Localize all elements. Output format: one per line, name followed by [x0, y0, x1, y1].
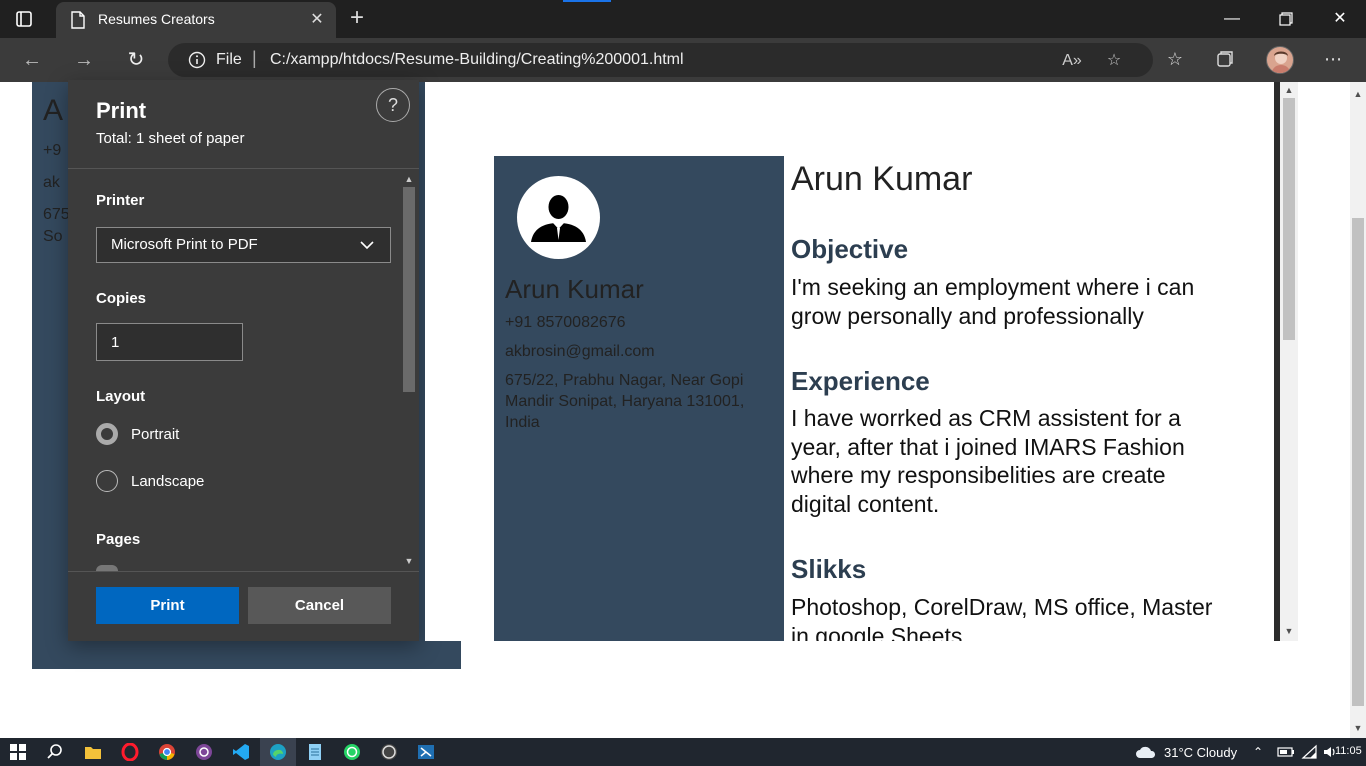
cloudy-weather-icon[interactable]	[1134, 743, 1158, 761]
collections-icon[interactable]	[1212, 46, 1238, 72]
landscape-label[interactable]: Landscape	[131, 473, 204, 490]
print-total-sheets: Total: 1 sheet of paper	[96, 130, 245, 147]
objective-text: I'm seeking an employment where i can gr…	[791, 274, 1195, 329]
portrait-radio[interactable]	[96, 423, 118, 445]
tab-close-icon[interactable]: ✕	[307, 10, 327, 30]
title-bar: Resumes Creators ✕ + — ✕	[0, 0, 1366, 38]
search-icon[interactable]	[46, 743, 64, 761]
vscode-icon[interactable]	[232, 743, 250, 761]
minimize-icon[interactable]: —	[1205, 0, 1259, 38]
print-dialog-footer: Print Cancel	[68, 571, 419, 641]
edge-icon[interactable]	[269, 743, 287, 761]
person-silhouette-icon	[517, 176, 600, 259]
layout-label: Layout	[96, 388, 146, 405]
tor-browser-icon[interactable]	[195, 743, 213, 761]
chevron-up-icon[interactable]: ⌃	[1253, 745, 1263, 759]
navigation-bar: ← → ↻ File | C:/xampp/htdocs/Resume-Buil…	[0, 38, 1366, 82]
preview-scroll-up-icon[interactable]: ▲	[1282, 83, 1296, 97]
read-aloud-icon[interactable]: A»	[1060, 49, 1084, 73]
address-bar[interactable]: File | C:/xampp/htdocs/Resume-Building/C…	[168, 43, 1153, 77]
wifi-icon[interactable]	[1301, 743, 1319, 761]
bg-address-fragment-2: So	[43, 228, 63, 245]
copies-value: 1	[111, 334, 120, 351]
copies-input[interactable]: 1	[96, 323, 243, 361]
panel-scroll-up-icon[interactable]: ▲	[403, 172, 415, 186]
resume-name: Arun Kumar	[791, 160, 973, 198]
more-menu-icon[interactable]: ⋯	[1320, 46, 1346, 72]
sidebar-address: 675/22, Prabhu Nagar, Near Gopi Mandir S…	[505, 372, 745, 431]
profile-avatar[interactable]	[1266, 46, 1294, 74]
panel-scrollbar-thumb[interactable]	[403, 187, 415, 392]
back-icon[interactable]: ←	[18, 46, 46, 74]
print-dialog-panel: Print Total: 1 sheet of paper ? Printer …	[68, 80, 419, 641]
print-preview: Arun Kumar +91 8570082676 akbrosin@gmail…	[425, 82, 1274, 641]
forward-icon[interactable]: →	[70, 46, 98, 74]
chrome-icon[interactable]	[158, 743, 176, 761]
pages-label: Pages	[96, 531, 141, 548]
page-scroll-up-icon[interactable]: ▲	[1350, 86, 1366, 102]
copies-label: Copies	[96, 290, 147, 307]
address-url[interactable]: C:/xampp/htdocs/Resume-Building/Creating…	[270, 51, 684, 69]
window-accent	[563, 0, 611, 2]
file-explorer-icon[interactable]	[84, 743, 102, 761]
info-icon[interactable]	[188, 51, 206, 69]
help-button[interactable]: ?	[376, 88, 410, 122]
cancel-button[interactable]: Cancel	[248, 587, 391, 624]
bg-name-fragment: A	[43, 94, 64, 127]
sidebar-name: Arun Kumar	[505, 274, 644, 304]
chevron-down-icon	[359, 238, 375, 252]
bg-address-fragment: 675	[43, 206, 70, 223]
experience-heading: Experience	[791, 366, 930, 396]
print-dialog-title: Print	[96, 98, 147, 123]
landscape-radio[interactable]	[96, 470, 118, 492]
app-icon[interactable]	[417, 743, 435, 761]
opera-icon[interactable]	[121, 742, 139, 762]
experience-text: I have worrked as CRM assistent for a ye…	[791, 405, 1185, 517]
add-favorite-icon[interactable]: ☆	[1102, 49, 1126, 73]
whatsapp-icon[interactable]	[343, 743, 361, 761]
skills-text: Photoshop, CorelDraw, MS office, Master …	[791, 594, 1213, 641]
page-icon	[70, 11, 86, 29]
panel-divider	[68, 168, 419, 169]
close-window-icon[interactable]: ✕	[1313, 0, 1366, 38]
panel-scroll-down-icon[interactable]: ▼	[403, 554, 415, 568]
browser-tab[interactable]: Resumes Creators ✕	[56, 2, 336, 38]
printer-label: Printer	[96, 192, 145, 209]
portrait-label[interactable]: Portrait	[131, 426, 179, 443]
sidebar-phone: +91 8570082676	[505, 314, 626, 331]
obs-icon[interactable]	[380, 743, 398, 761]
tab-title: Resumes Creators	[98, 11, 215, 27]
windows-start-icon[interactable]	[9, 743, 27, 761]
address-separator: |	[252, 48, 257, 68]
restore-icon[interactable]	[1259, 0, 1313, 38]
new-tab-icon[interactable]: +	[344, 6, 370, 32]
sidebar-email: akbrosin@gmail.com	[505, 343, 655, 360]
favorites-icon[interactable]: ☆	[1162, 46, 1188, 72]
clock-time[interactable]: 11:05	[1335, 745, 1362, 757]
battery-icon[interactable]	[1277, 743, 1295, 761]
weather-text[interactable]: 31°C Cloudy	[1164, 745, 1237, 760]
skills-heading: Slikks	[791, 554, 867, 584]
tab-actions-icon[interactable]	[14, 9, 34, 29]
page-scrollbar-thumb[interactable]	[1352, 218, 1364, 706]
preview-scrollbar-thumb[interactable]	[1283, 98, 1295, 340]
page-scroll-down-icon[interactable]: ▼	[1350, 720, 1366, 736]
taskbar: 31°C Cloudy ⌃ 11:05	[0, 738, 1366, 766]
printer-select-value: Microsoft Print to PDF	[111, 236, 258, 253]
resume-sidebar: Arun Kumar +91 8570082676 akbrosin@gmail…	[494, 156, 784, 641]
objective-heading: Objective	[791, 234, 909, 264]
bg-phone-fragment: +9	[43, 142, 62, 159]
refresh-icon[interactable]: ↻	[122, 46, 150, 74]
printer-select[interactable]: Microsoft Print to PDF	[96, 227, 391, 263]
print-button[interactable]: Print	[96, 587, 239, 624]
preview-scroll-down-icon[interactable]: ▼	[1282, 624, 1296, 638]
bg-email-fragment: ak	[43, 174, 60, 191]
notepad-icon[interactable]	[306, 743, 324, 761]
address-scheme: File	[216, 51, 242, 68]
